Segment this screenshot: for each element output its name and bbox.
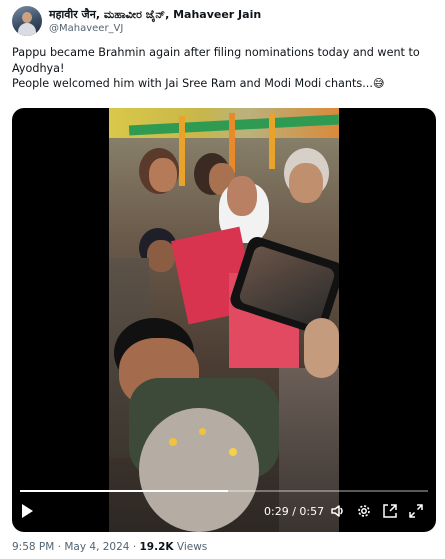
video-controls: 0:29 / 0:57 bbox=[12, 488, 436, 532]
avatar-body bbox=[18, 23, 36, 36]
meta-separator: · bbox=[57, 541, 61, 553]
tweet-date[interactable]: May 4, 2024 bbox=[64, 541, 129, 553]
tweet-header: महावीर जैन, ಮಹಾವೀರ ಜೈನ್, Mahaveer Jain @… bbox=[12, 4, 261, 38]
avatar[interactable] bbox=[12, 6, 42, 36]
display-name[interactable]: महावीर जैन, ಮಹಾವೀರ ಜೈನ್, Mahaveer Jain bbox=[49, 8, 261, 22]
progress-fill bbox=[20, 490, 228, 492]
tweet-text-line-2: People welcomed him with Jai Sree Ram an… bbox=[12, 77, 385, 90]
avatar-head bbox=[22, 12, 32, 23]
video-player[interactable]: 0:29 / 0:57 bbox=[12, 108, 436, 532]
picture-in-picture-icon[interactable] bbox=[382, 503, 398, 519]
views-label: Views bbox=[176, 541, 208, 553]
tweet-meta: 9:58 PM · May 4, 2024 · 19.2K Views bbox=[12, 541, 207, 553]
tweet-text-line-1: Pappu became Brahmin again after filing … bbox=[12, 46, 420, 75]
tweet-time[interactable]: 9:58 PM bbox=[12, 541, 54, 553]
video-frame bbox=[109, 108, 339, 532]
play-icon[interactable] bbox=[22, 504, 33, 518]
meta-separator: · bbox=[132, 541, 137, 553]
settings-icon[interactable] bbox=[356, 503, 372, 519]
video-time: 0:29 / 0:57 bbox=[264, 505, 325, 518]
views-count: 19.2K bbox=[139, 541, 174, 553]
volume-icon[interactable] bbox=[330, 503, 346, 519]
author-names: महावीर जैन, ಮಹಾವೀರ ಜೈನ್, Mahaveer Jain @… bbox=[49, 8, 261, 35]
user-handle[interactable]: @Mahaveer_VJ bbox=[49, 22, 261, 35]
tweet-text: Pappu became Brahmin again after filing … bbox=[12, 45, 437, 92]
tweet: महावीर जैन, ಮಹಾವೀರ ಜೈನ್, Mahaveer Jain @… bbox=[0, 0, 445, 559]
progress-bar[interactable] bbox=[20, 490, 428, 492]
fullscreen-icon[interactable] bbox=[408, 503, 424, 519]
